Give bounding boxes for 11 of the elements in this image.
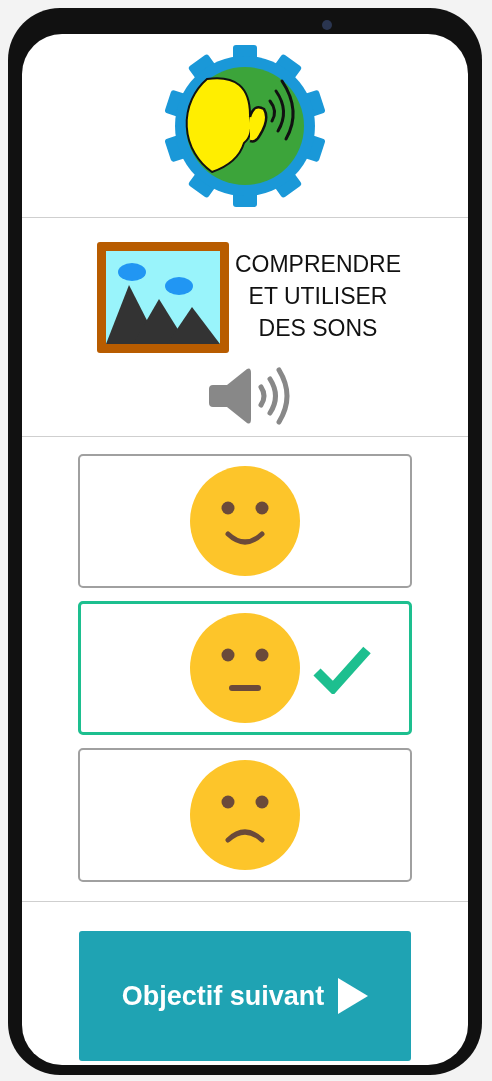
mood-option[interactable] — [78, 748, 412, 882]
next-objective-button[interactable]: Objectif suivant — [79, 931, 411, 1061]
neutral-face-icon — [190, 613, 300, 723]
topic-title: COMPRENDRE ET UTILISER DES SONS — [234, 250, 402, 343]
smiling-face-icon — [190, 466, 300, 576]
sad-face-icon — [190, 760, 300, 870]
check-icon — [313, 644, 371, 694]
play-icon — [338, 978, 369, 1014]
camera-icon — [322, 20, 332, 30]
mood-option[interactable] — [78, 454, 412, 588]
mood-option[interactable] — [78, 601, 412, 735]
